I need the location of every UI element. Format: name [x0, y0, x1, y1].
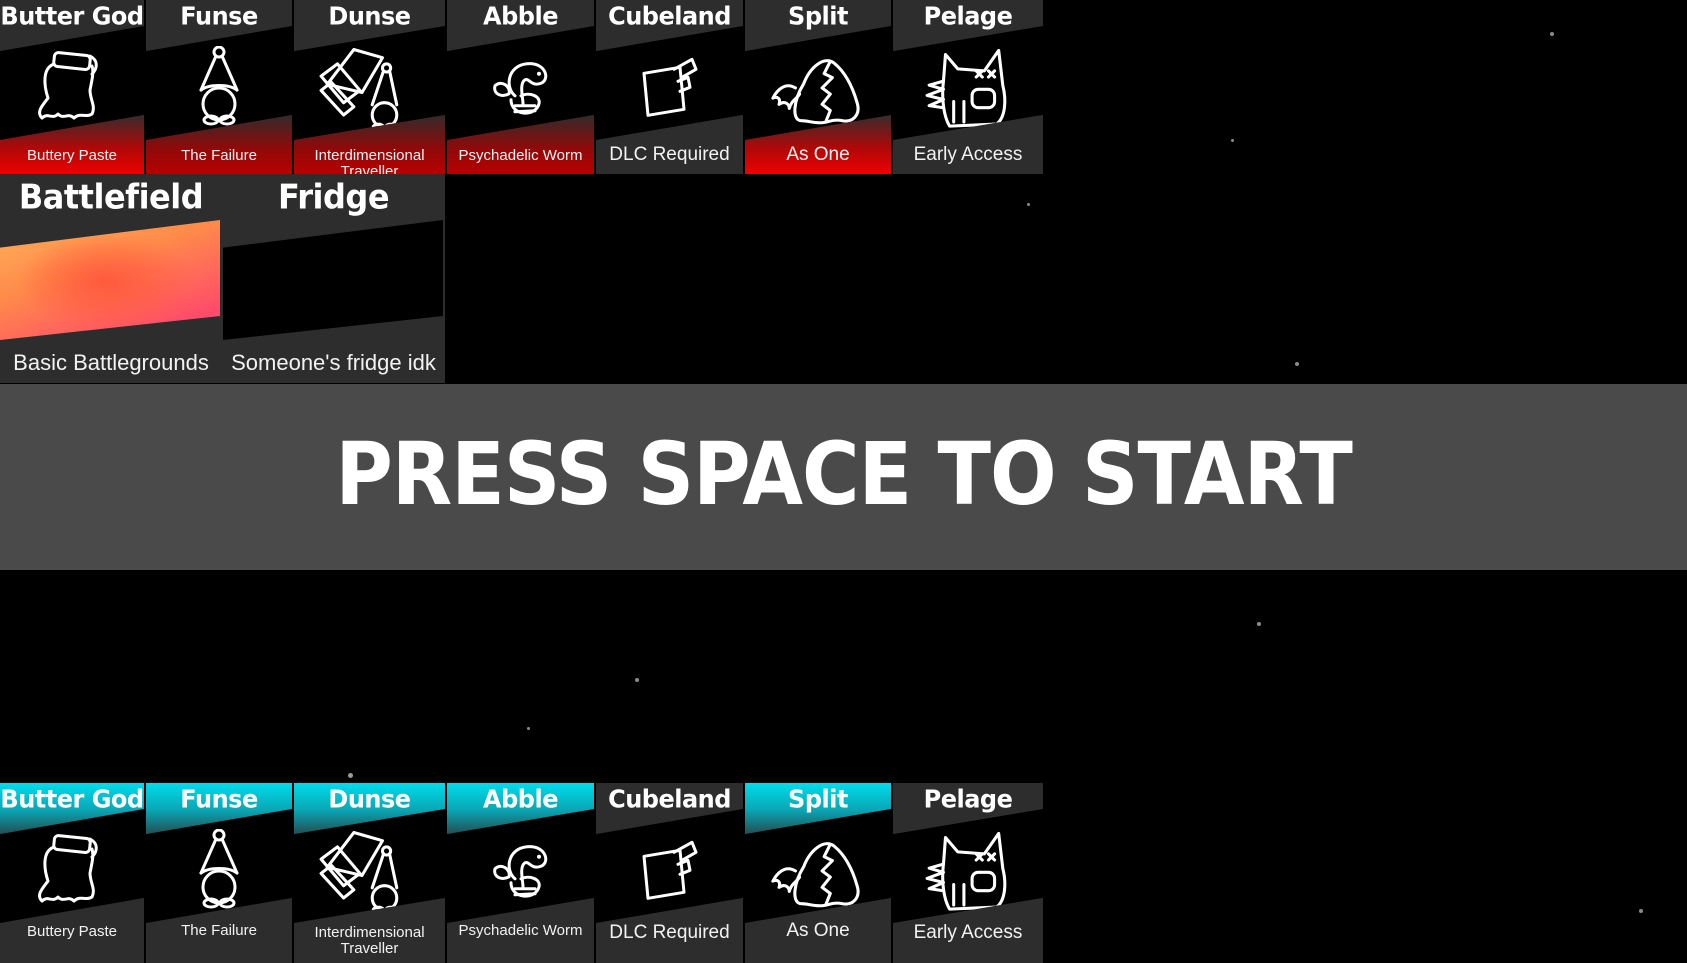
- funse-icon: [199, 829, 239, 909]
- character-subtitle: Buttery Paste: [26, 147, 118, 164]
- character-subtitle: The Failure: [181, 147, 257, 164]
- character-name: Dunse: [328, 784, 411, 814]
- fridge-preview: [223, 220, 443, 340]
- p2-character-pelage[interactable]: Pelage Early Access: [893, 783, 1043, 963]
- p2-character-funse[interactable]: Funse The Failure: [146, 783, 292, 963]
- star: [1231, 139, 1234, 142]
- character-name: Abble: [483, 1, 558, 31]
- character-subtitle: DLC Required: [609, 922, 730, 943]
- character-portrait: [745, 26, 891, 140]
- character-name: Butter God: [0, 784, 144, 814]
- funse-icon: [199, 46, 239, 126]
- butter-god-icon: [38, 50, 98, 120]
- map-name: Battlefield: [18, 177, 204, 217]
- pelage-icon: [925, 48, 1007, 128]
- p1-character-split[interactable]: Split As One: [745, 0, 891, 174]
- character-portrait: [0, 26, 144, 140]
- star: [1027, 203, 1030, 206]
- p2-character-split[interactable]: Split As One: [745, 783, 891, 963]
- abble-icon: [492, 62, 547, 115]
- pelage-icon: [925, 831, 1007, 911]
- p2-character-butter-god[interactable]: Butter God Buttery Paste: [0, 783, 144, 963]
- butter-god-icon: [38, 833, 98, 903]
- character-subtitle: As One: [786, 920, 850, 941]
- character-portrait: [596, 26, 743, 140]
- star: [1550, 32, 1554, 36]
- character-name: Butter God: [0, 1, 144, 31]
- star: [527, 727, 530, 730]
- character-name: Pelage: [923, 1, 1013, 31]
- character-portrait: [294, 26, 445, 140]
- cubeland-icon: [642, 840, 697, 900]
- p1-character-pelage[interactable]: Pelage Early Access: [893, 0, 1043, 174]
- start-prompt-banner: PRESS SPACE TO START: [0, 384, 1687, 570]
- character-name: Split: [788, 784, 848, 814]
- character-name: Funse: [180, 784, 258, 814]
- character-subtitle: As One: [786, 144, 850, 165]
- cubeland-icon: [642, 57, 697, 117]
- character-name: Cubeland: [608, 784, 731, 814]
- character-portrait: [596, 809, 743, 923]
- star: [1257, 622, 1261, 626]
- p2-character-dunse[interactable]: Dunse Interdimensional Traveller: [294, 783, 445, 963]
- map-battlefield[interactable]: Battlefield Basic Battlegrounds: [0, 174, 222, 383]
- p1-character-abble[interactable]: Abble Psychadelic Worm: [447, 0, 594, 174]
- p1-character-dunse[interactable]: Dunse Interdimensional Traveller: [294, 0, 445, 174]
- character-subtitle: Interdimensional Traveller: [314, 147, 425, 175]
- star: [1639, 909, 1643, 913]
- character-subtitle: Psychadelic Worm: [458, 922, 583, 939]
- character-portrait: [893, 26, 1043, 140]
- character-name: Abble: [483, 784, 558, 814]
- character-subtitle: Interdimensional Traveller: [314, 924, 425, 957]
- battlefield-preview: [0, 220, 220, 340]
- character-portrait: [893, 809, 1043, 923]
- dunse-icon: [319, 831, 398, 915]
- player1-character-grid: Butter God Buttery Paste Funse The Failu…: [0, 0, 1043, 174]
- character-name: Funse: [180, 1, 258, 31]
- character-name: Dunse: [328, 1, 411, 31]
- map-name: Fridge: [277, 177, 390, 217]
- character-portrait: [745, 809, 891, 923]
- split-icon: [771, 59, 860, 125]
- star: [348, 773, 353, 778]
- character-portrait: [146, 26, 292, 140]
- split-icon: [771, 842, 860, 908]
- character-subtitle: Early Access: [913, 922, 1023, 943]
- character-subtitle: The Failure: [181, 922, 257, 939]
- character-subtitle: Psychadelic Worm: [458, 147, 583, 164]
- character-subtitle: Buttery Paste: [26, 923, 118, 940]
- p1-character-funse[interactable]: Funse The Failure: [146, 0, 292, 174]
- character-name: Cubeland: [608, 1, 731, 31]
- character-name: Split: [788, 1, 848, 31]
- character-subtitle: DLC Required: [609, 144, 730, 165]
- map-fridge[interactable]: Fridge Someone's fridge idk: [222, 174, 445, 383]
- p1-character-butter-god[interactable]: Butter God Buttery Paste: [0, 0, 144, 174]
- star: [635, 678, 639, 682]
- map-subtitle: Basic Battlegrounds: [13, 350, 209, 375]
- map-subtitle: Someone's fridge idk: [231, 350, 436, 375]
- character-portrait: [0, 809, 144, 923]
- character-name: Pelage: [923, 784, 1013, 814]
- star: [1295, 362, 1299, 366]
- press-space-prompt: PRESS SPACE TO START: [335, 423, 1353, 525]
- abble-icon: [492, 845, 547, 898]
- character-portrait: [294, 809, 445, 923]
- character-subtitle: Early Access: [913, 144, 1023, 165]
- dunse-icon: [319, 48, 398, 132]
- character-portrait: [146, 809, 292, 923]
- character-portrait: [447, 26, 594, 140]
- character-portrait: [447, 809, 594, 923]
- p1-character-cubeland[interactable]: Cubeland DLC Required: [596, 0, 743, 174]
- p2-character-cubeland[interactable]: Cubeland DLC Required: [596, 783, 743, 963]
- player2-character-grid: Butter God Buttery Paste Funse The Failu…: [0, 783, 1043, 963]
- p2-character-abble[interactable]: Abble Psychadelic Worm: [447, 783, 594, 963]
- map-grid: Battlefield Basic Battlegrounds Fridge S…: [0, 174, 445, 383]
